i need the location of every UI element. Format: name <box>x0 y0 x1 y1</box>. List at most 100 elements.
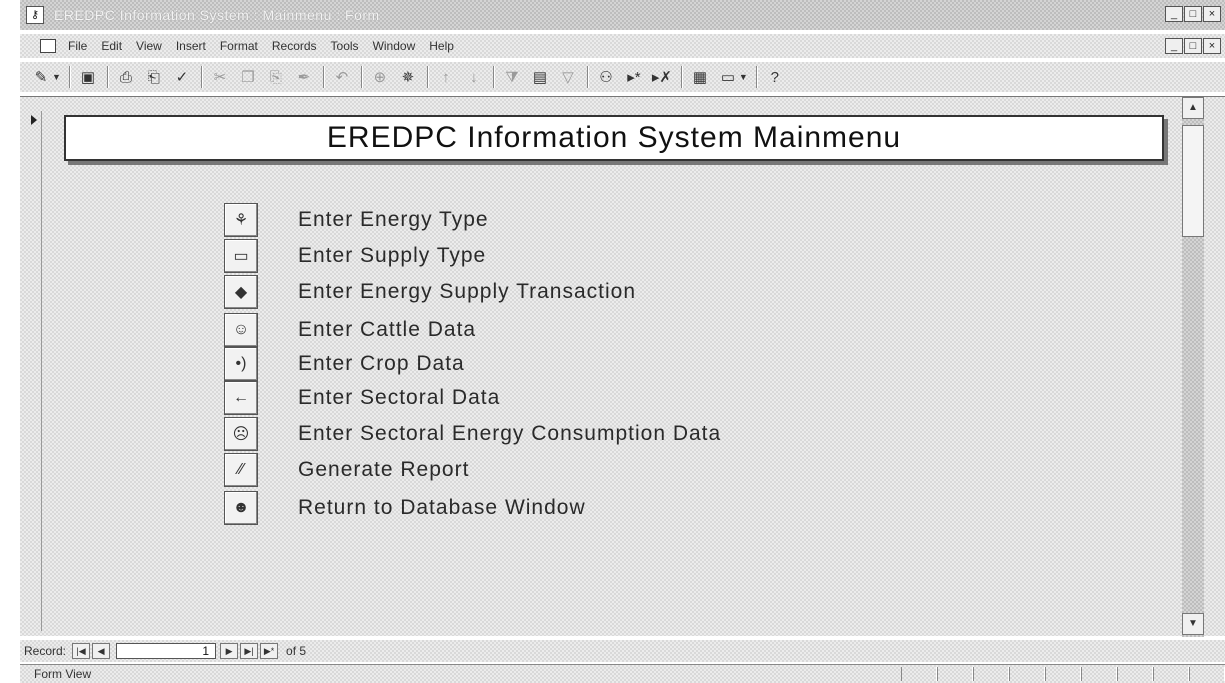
menu-window[interactable]: Window <box>373 39 416 53</box>
menu-insert[interactable]: Insert <box>176 39 206 53</box>
toolbar-separator <box>426 66 429 88</box>
menu-view[interactable]: View <box>136 39 162 53</box>
menu-label-energy-type: Enter Energy Type <box>298 208 489 231</box>
record-count: of 5 <box>286 644 307 658</box>
transaction-icon[interactable]: ◆ <box>224 275 258 309</box>
menu-edit[interactable]: Edit <box>101 39 122 53</box>
status-panel <box>1081 667 1117 681</box>
status-panels <box>901 667 1225 681</box>
new-record-button[interactable]: ▶* <box>260 643 279 659</box>
record-number-input[interactable]: 1 <box>116 643 217 659</box>
title-bar: ⚷ EREDPC Information System : Mainmenu :… <box>20 0 1225 30</box>
new-object-icon[interactable]: ▭ <box>717 66 739 88</box>
hyperlink-icon[interactable]: ⊕ <box>369 66 391 88</box>
doc-restore-button[interactable]: □ <box>1184 38 1202 54</box>
previous-record-button[interactable]: ◀ <box>92 643 111 659</box>
sort-descending-icon[interactable]: ↓ <box>463 66 485 88</box>
web-toolbar-icon[interactable]: ✵ <box>397 66 419 88</box>
chevron-down-icon[interactable]: ▼ <box>739 72 748 82</box>
toolbar-separator <box>586 66 589 88</box>
arrow-left-icon[interactable]: ← <box>224 381 258 415</box>
menu-row-supply-type: ▭ Enter Supply Type <box>224 239 486 273</box>
chevron-down-icon[interactable]: ▼ <box>52 72 61 82</box>
scroll-down-icon[interactable]: ▼ <box>1182 613 1204 635</box>
apply-filter-icon[interactable]: ▽ <box>557 66 579 88</box>
menu-label-sectoral-data: Enter Sectoral Data <box>298 386 501 409</box>
minimize-button[interactable]: _ <box>1165 6 1183 22</box>
form-document-icon[interactable] <box>40 39 56 53</box>
record-selector[interactable] <box>28 111 42 631</box>
copy-icon[interactable]: ❐ <box>237 66 259 88</box>
menu-file[interactable]: File <box>68 39 87 53</box>
menu-row-sectoral-data: ← Enter Sectoral Data <box>224 381 500 415</box>
filter-by-form-icon[interactable]: ▤ <box>529 66 551 88</box>
cut-icon[interactable]: ✂ <box>209 66 231 88</box>
menu-row-crop-data: •) Enter Crop Data <box>224 347 465 381</box>
window-controls: _ □ × <box>1165 6 1221 22</box>
print-icon[interactable]: ⎙ <box>115 66 137 88</box>
document-controls: _ □ × <box>1165 38 1221 54</box>
format-painter-icon[interactable]: ✒ <box>293 66 315 88</box>
find-icon[interactable]: ⚇ <box>595 66 617 88</box>
save-icon[interactable]: ▣ <box>77 66 99 88</box>
record-label: Record: <box>24 644 67 658</box>
next-record-button[interactable]: ▶ <box>220 643 239 659</box>
menu-label-return-database-window: Return to Database Window <box>298 496 586 519</box>
menu-row-return-database-window: ☻ Return to Database Window <box>224 491 586 525</box>
menu-row-cattle-data: ☺ Enter Cattle Data <box>224 313 476 347</box>
maximize-button[interactable]: □ <box>1184 6 1202 22</box>
key-icon[interactable]: ⚷ <box>26 6 44 24</box>
delete-record-icon[interactable]: ▸✗ <box>651 66 673 88</box>
form-title-box: EREDPC Information System Mainmenu <box>64 115 1164 161</box>
close-button[interactable]: × <box>1203 6 1221 22</box>
report-icon[interactable]: ∕∕ <box>224 453 258 487</box>
menu-label-energy-supply-transaction: Enter Energy Supply Transaction <box>298 280 637 303</box>
first-record-button[interactable]: |◀ <box>72 643 91 659</box>
paste-icon[interactable]: ⎘ <box>265 66 287 88</box>
energy-type-icon[interactable]: ⚘ <box>224 203 258 237</box>
current-record-pointer-icon <box>31 115 37 125</box>
print-preview-icon[interactable]: ⎗ <box>143 66 165 88</box>
undo-icon[interactable]: ↶ <box>331 66 353 88</box>
menu-label-crop-data: Enter Crop Data <box>298 352 465 375</box>
filter-by-selection-icon[interactable]: ⧩ <box>501 66 523 88</box>
menu-label-generate-report: Generate Report <box>298 458 470 481</box>
database-window-icon[interactable]: ▦ <box>689 66 711 88</box>
last-record-button[interactable]: ▶| <box>240 643 259 659</box>
toolbar-separator <box>680 66 683 88</box>
menu-help[interactable]: Help <box>429 39 454 53</box>
toolbar-separator <box>755 66 758 88</box>
supply-type-icon[interactable]: ▭ <box>224 239 258 273</box>
status-panel <box>1045 667 1081 681</box>
form-title: EREDPC Information System Mainmenu <box>326 121 902 154</box>
spelling-icon[interactable]: ✓ <box>171 66 193 88</box>
scroll-up-icon[interactable]: ▲ <box>1182 97 1204 119</box>
toolbar-separator <box>200 66 203 88</box>
new-record-icon[interactable]: ▸* <box>623 66 645 88</box>
toolbar-separator <box>106 66 109 88</box>
vertical-scrollbar[interactable]: ▲ ▼ <box>1182 97 1204 637</box>
design-view-icon[interactable]: ✎ <box>30 66 52 88</box>
consumption-icon[interactable]: ☹ <box>224 417 258 451</box>
menu-row-energy-type: ⚘ Enter Energy Type <box>224 203 489 237</box>
menu-records[interactable]: Records <box>272 39 317 53</box>
sort-ascending-icon[interactable]: ↑ <box>435 66 457 88</box>
cattle-icon[interactable]: ☺ <box>224 313 258 347</box>
doc-close-button[interactable]: × <box>1203 38 1221 54</box>
status-panel <box>937 667 973 681</box>
access-window: ⚷ EREDPC Information System : Mainmenu :… <box>20 0 1225 683</box>
doc-minimize-button[interactable]: _ <box>1165 38 1183 54</box>
crop-icon[interactable]: •) <box>224 347 258 381</box>
menu-format[interactable]: Format <box>220 39 258 53</box>
status-panel <box>1153 667 1189 681</box>
menu-tools[interactable]: Tools <box>331 39 359 53</box>
return-icon[interactable]: ☻ <box>224 491 258 525</box>
menu-label-supply-type: Enter Supply Type <box>298 244 487 267</box>
window-title: EREDPC Information System : Mainmenu : F… <box>54 7 380 23</box>
status-panel <box>1189 667 1225 681</box>
scrollbar-thumb[interactable] <box>1182 125 1204 237</box>
toolbar-separator <box>360 66 363 88</box>
help-icon[interactable]: ? <box>764 66 786 88</box>
form-area: EREDPC Information System Mainmenu ⚘ Ent… <box>20 96 1225 637</box>
toolbar-separator <box>322 66 325 88</box>
